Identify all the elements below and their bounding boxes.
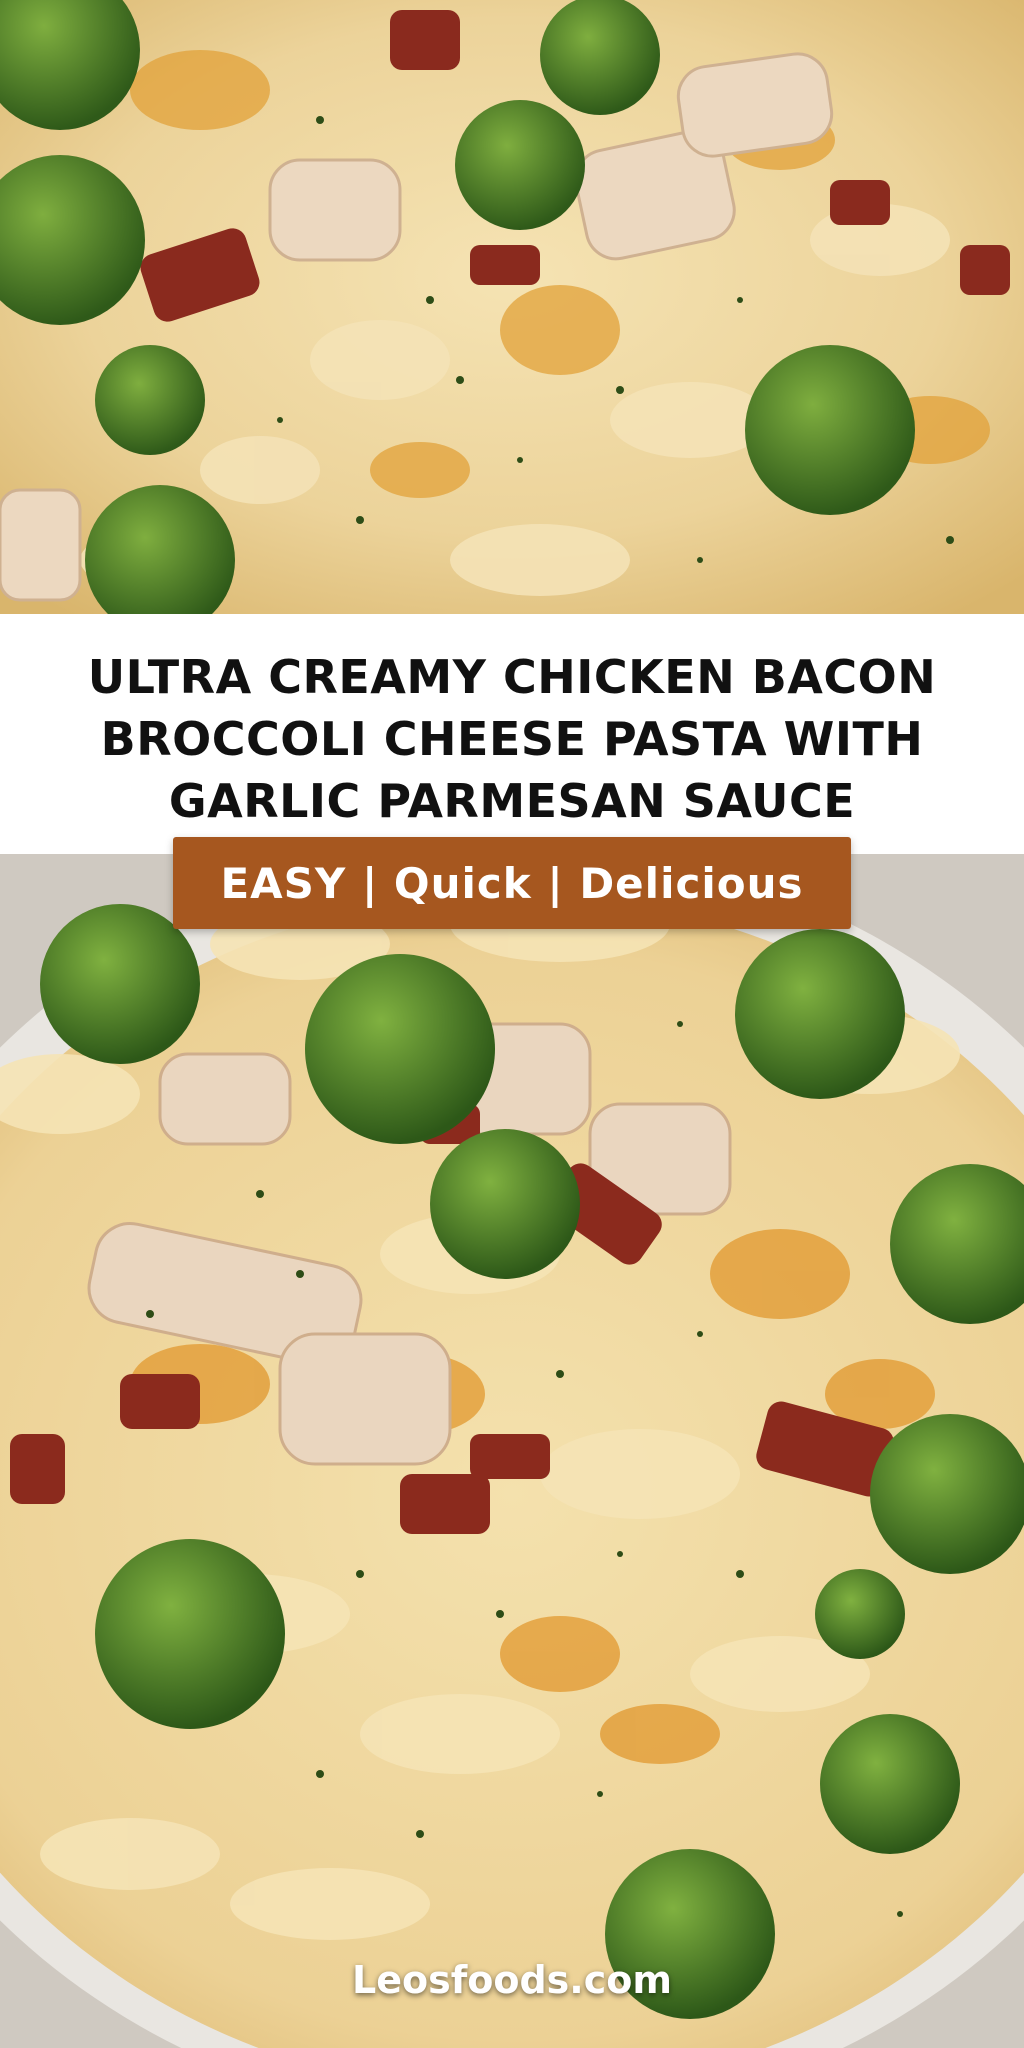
bottom-food-photo — [0, 854, 1024, 2048]
bottom-food-illustration — [0, 854, 1024, 2048]
tagline-text: EASY | Quick | Delicious — [220, 858, 804, 908]
website-watermark: Leosfoods.com — [352, 1958, 672, 2002]
top-food-photo — [0, 0, 1024, 614]
tagline-badge: EASY | Quick | Delicious — [173, 837, 851, 929]
recipe-title: ULTRA CREAMY CHICKEN BACON BROCCOLI CHEE… — [87, 650, 937, 828]
top-food-illustration — [0, 0, 1024, 614]
